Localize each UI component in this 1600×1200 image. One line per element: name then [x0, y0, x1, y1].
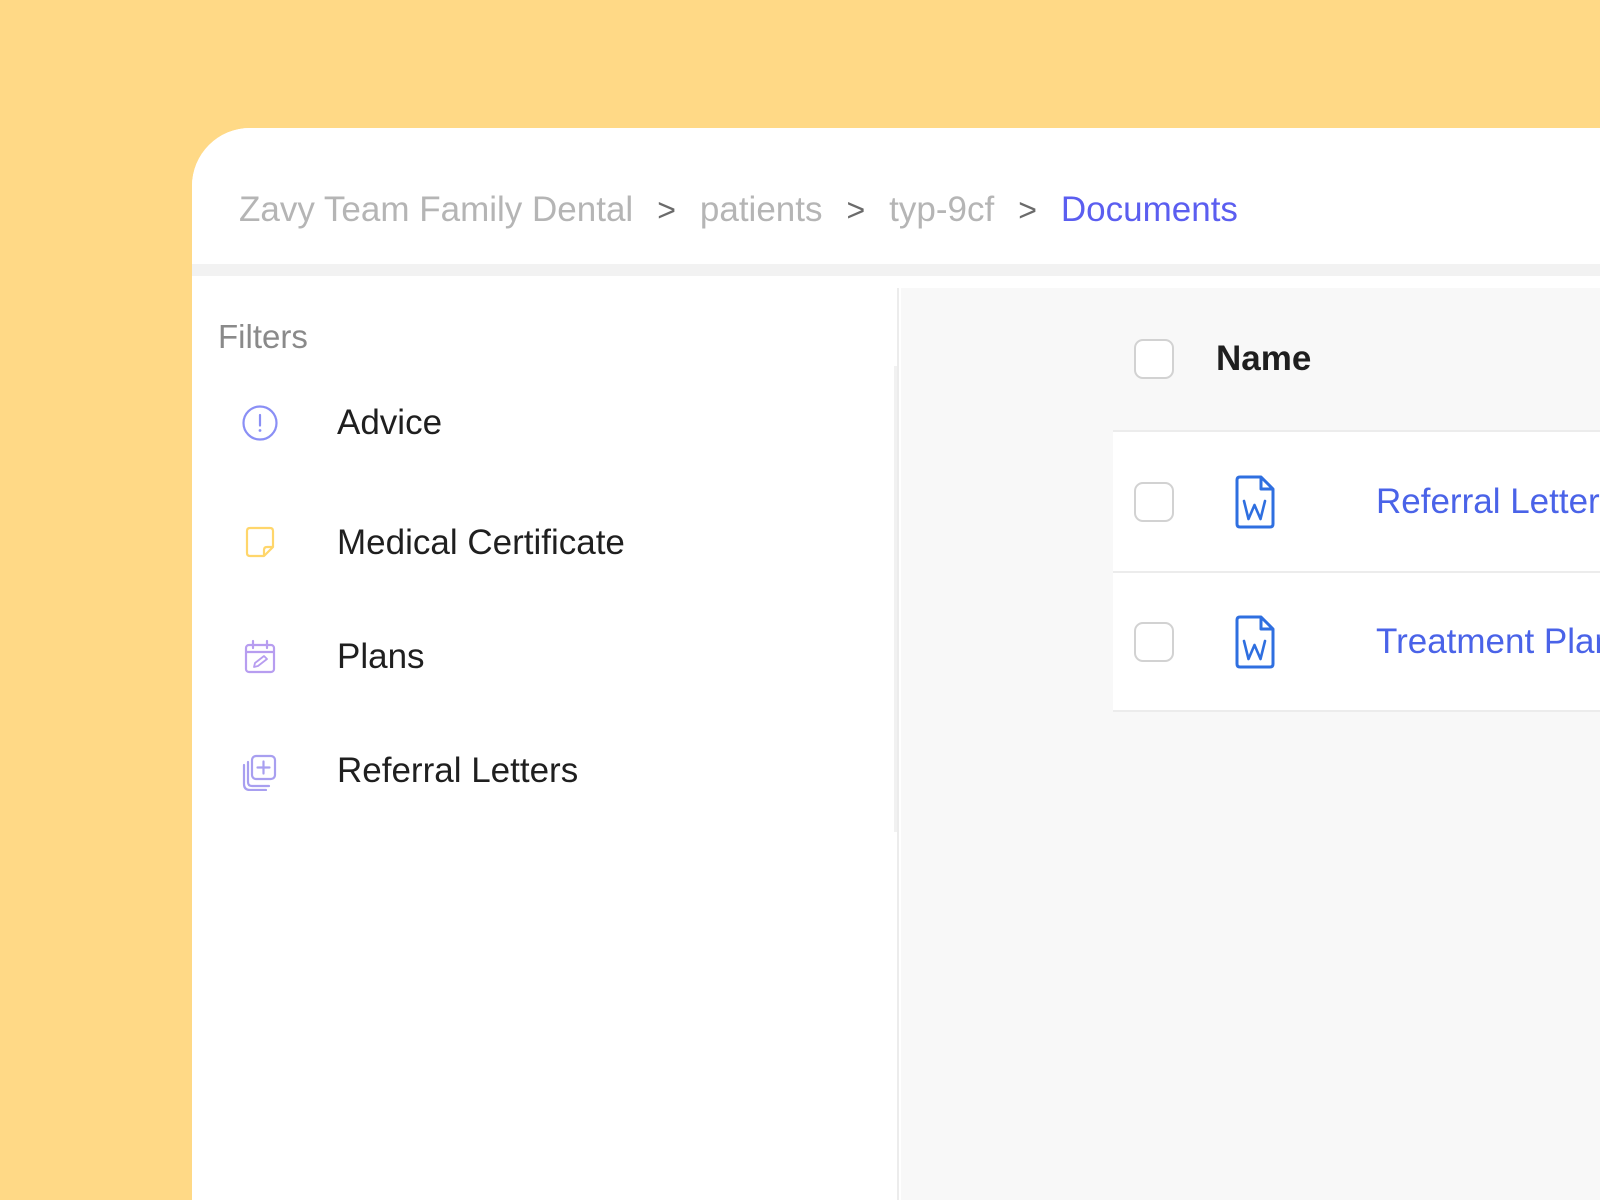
- page-header: Zavy Team Family Dental > patients > typ…: [192, 128, 1600, 276]
- breadcrumb-item-patient-id[interactable]: typ-9cf: [889, 190, 994, 230]
- filter-label: Medical Certificate: [337, 523, 625, 562]
- breadcrumb-separator: >: [1018, 191, 1037, 228]
- filters-title: Filters: [218, 318, 308, 355]
- column-header-name[interactable]: Name: [1216, 339, 1311, 379]
- breadcrumb: Zavy Team Family Dental > patients > typ…: [239, 188, 1238, 232]
- row-checkbox[interactable]: [1134, 621, 1174, 662]
- breadcrumb-separator: >: [657, 191, 676, 228]
- select-all-checkbox[interactable]: [1134, 339, 1174, 379]
- word-document-icon: [1233, 614, 1277, 670]
- filter-label: Plans: [337, 637, 425, 676]
- word-document-icon: [1233, 474, 1277, 530]
- table-header: Name: [1113, 288, 1600, 430]
- table-row[interactable]: Referral Letter - Aaron T: [1113, 430, 1600, 571]
- app-window: Zavy Team Family Dental > patients > typ…: [192, 128, 1600, 1200]
- filter-item-referral-letters[interactable]: Referral Letters: [192, 714, 897, 828]
- filter-list: Advice Medical Certificate Plans Referra…: [192, 372, 897, 828]
- alert-circle-icon: [239, 402, 281, 444]
- documents-table: Name Referral Letter - Aaron T: [1113, 288, 1600, 1200]
- document-link[interactable]: Referral Letter - Aaron T: [1376, 482, 1600, 522]
- filter-item-plans[interactable]: Plans: [192, 600, 897, 714]
- filter-label: Referral Letters: [337, 751, 579, 790]
- breadcrumb-item-documents: Documents: [1060, 190, 1238, 229]
- filters-sidebar: Filters Advice Medical Certificate Plans…: [192, 288, 899, 1200]
- filter-item-medical-certificate[interactable]: Medical Certificate: [192, 486, 897, 600]
- copy-plus-icon: [239, 750, 281, 792]
- sticky-note-icon: [239, 522, 281, 564]
- table-row[interactable]: Treatment Plan - Aaron T: [1113, 571, 1600, 712]
- filter-label: Advice: [337, 403, 443, 442]
- breadcrumb-item-practice[interactable]: Zavy Team Family Dental: [239, 190, 633, 230]
- documents-panel: Name Referral Letter - Aaron T: [901, 288, 1600, 1200]
- row-checkbox[interactable]: [1134, 481, 1174, 522]
- document-link[interactable]: Treatment Plan - Aaron T: [1376, 622, 1600, 662]
- calendar-edit-icon: [239, 636, 281, 678]
- breadcrumb-item-patients[interactable]: patients: [700, 190, 823, 230]
- breadcrumb-separator: >: [846, 191, 866, 228]
- filter-item-advice[interactable]: Advice: [192, 372, 897, 474]
